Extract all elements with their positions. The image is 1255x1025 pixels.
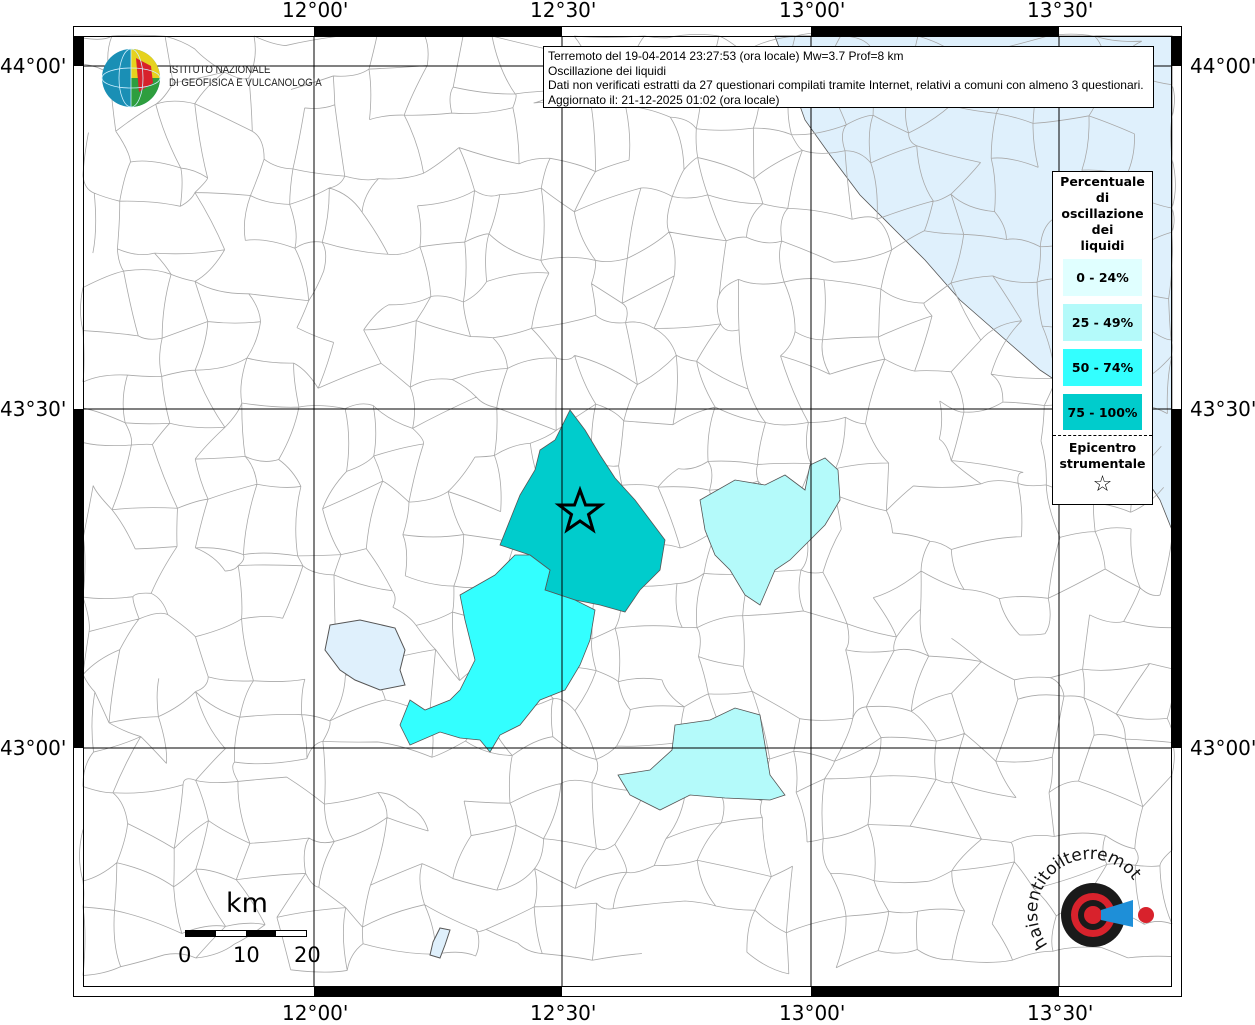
lat-tick-left-4300: 43°00'	[0, 736, 67, 760]
legend-epicenter: Epicentro strumentale ☆	[1053, 435, 1152, 498]
legend: Percentuale di oscillazione dei liquidi …	[1052, 171, 1153, 505]
title-line-1: Terremoto del 19-04-2014 23:27:53 (ora l…	[548, 49, 904, 63]
legend-title-line: liquidi	[1080, 238, 1125, 253]
legend-title-line: dei	[1091, 222, 1114, 237]
scale-unit: km	[226, 888, 268, 919]
scale-label-0: 0	[178, 943, 192, 967]
lon-tick-bottom-1200: 12°00'	[282, 1001, 349, 1025]
legend-title: Percentuale di oscillazione dei liquidi	[1053, 174, 1152, 254]
legend-class-50-74: 50 - 74%	[1063, 349, 1142, 386]
intensity-map: haisentitoilterremoto.it	[73, 26, 1182, 997]
lon-tick-top-1200: 12°00'	[282, 0, 349, 22]
lat-tick-left-4330: 43°30'	[0, 397, 67, 421]
lat-tick-right-4300: 43°00'	[1190, 736, 1255, 760]
lon-tick-bottom-1330: 13°30'	[1027, 1001, 1094, 1025]
legend-epicenter-line: Epicentro	[1068, 440, 1137, 455]
scale-bar	[185, 930, 307, 937]
legend-class-75-100: 75 - 100%	[1063, 394, 1142, 430]
lat-tick-left-4400: 44°00'	[0, 54, 67, 78]
lon-tick-top-1230: 12°30'	[530, 0, 597, 22]
scale-label-10: 10	[233, 943, 260, 967]
title-box: Terremoto del 19-04-2014 23:27:53 (ora l…	[543, 46, 1154, 108]
lat-tick-right-4330: 43°30'	[1190, 397, 1255, 421]
title-line-4: Aggiornato il: 21-12-2025 01:02 (ora loc…	[548, 92, 780, 107]
ingv-logo-text: ISTITUTO NAZIONALE DI GEOFISICA E VULCAN…	[169, 64, 322, 90]
lon-tick-top-1300: 13°00'	[779, 0, 846, 22]
star-outline-icon: ☆	[1092, 472, 1113, 497]
legend-title-line: oscillazione	[1061, 206, 1144, 221]
lon-tick-bottom-1230: 12°30'	[530, 1001, 597, 1025]
ingv-line2: DI GEOFISICA E VULCANOLOGIA	[169, 77, 322, 89]
ingv-line1: ISTITUTO NAZIONALE	[169, 64, 271, 76]
scale-label-20: 20	[294, 943, 321, 967]
lat-tick-right-4400: 44°00'	[1190, 54, 1255, 78]
lon-tick-bottom-1300: 13°00'	[779, 1001, 846, 1025]
legend-class-0-24: 0 - 24%	[1063, 259, 1142, 296]
title-line-2: Oscillazione dei liquidi	[548, 63, 667, 78]
ingv-logo-globe	[101, 48, 161, 108]
legend-title-line: di	[1095, 190, 1110, 205]
title-line-3: Dati non verificati estratti da 27 quest…	[548, 78, 1144, 93]
lon-tick-top-1330: 13°30'	[1027, 0, 1094, 22]
legend-title-line: Percentuale	[1060, 174, 1145, 189]
legend-epicenter-line: strumentale	[1059, 456, 1146, 471]
legend-class-25-49: 25 - 49%	[1063, 304, 1142, 341]
